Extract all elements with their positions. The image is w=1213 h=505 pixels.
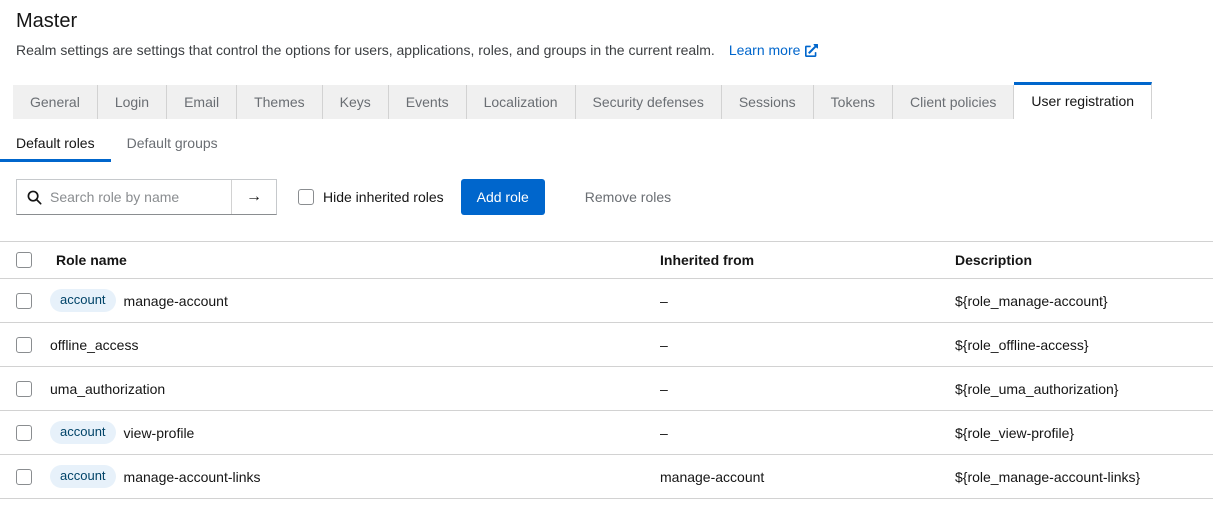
- external-link-icon: [805, 44, 818, 57]
- roles-toolbar: → Hide inherited roles Add role Remove r…: [0, 179, 1213, 215]
- add-role-button[interactable]: Add role: [461, 179, 545, 215]
- inherited-from-value: –: [644, 293, 939, 309]
- inherited-from-value: –: [644, 381, 939, 397]
- table-header-row: Role name Inherited from Description: [0, 242, 1213, 279]
- page-subtitle: Realm settings are settings that control…: [16, 40, 715, 60]
- tab-sessions[interactable]: Sessions: [722, 85, 814, 119]
- role-name: manage-account: [124, 293, 228, 309]
- tab-security-defenses[interactable]: Security defenses: [576, 85, 722, 119]
- description-value: ${role_view-profile}: [939, 425, 1213, 441]
- hide-inherited-label: Hide inherited roles: [323, 189, 444, 205]
- tab-events[interactable]: Events: [389, 85, 467, 119]
- tab-keys[interactable]: Keys: [323, 85, 389, 119]
- realm-settings-tabs: General Login Email Themes Keys Events L…: [0, 82, 1213, 119]
- row-checkbox[interactable]: [16, 293, 32, 309]
- tab-user-registration[interactable]: User registration: [1014, 82, 1152, 119]
- row-checkbox[interactable]: [16, 381, 32, 397]
- row-checkbox[interactable]: [16, 469, 32, 485]
- tab-email[interactable]: Email: [167, 85, 237, 119]
- client-chip: account: [50, 289, 116, 312]
- row-checkbox[interactable]: [16, 425, 32, 441]
- tab-tokens[interactable]: Tokens: [814, 85, 893, 119]
- description-value: ${role_manage-account}: [939, 293, 1213, 309]
- subtab-default-groups[interactable]: Default groups: [111, 126, 234, 162]
- role-name: offline_access: [50, 337, 138, 353]
- table-row: account manage-account – ${role_manage-a…: [0, 279, 1213, 323]
- subtab-default-roles[interactable]: Default roles: [0, 126, 111, 162]
- client-chip: account: [50, 465, 116, 488]
- inherited-from-value: –: [644, 425, 939, 441]
- hide-inherited-roles-control: Hide inherited roles: [298, 189, 444, 205]
- header-inherited-from: Inherited from: [644, 252, 939, 268]
- role-name: uma_authorization: [50, 381, 165, 397]
- client-chip: account: [50, 421, 116, 444]
- tab-general[interactable]: General: [13, 85, 98, 119]
- page-header: Master Realm settings are settings that …: [0, 0, 1213, 60]
- search-group: →: [16, 179, 277, 215]
- search-icon: [27, 190, 42, 205]
- header-role-name: Role name: [36, 252, 644, 268]
- learn-more-link[interactable]: Learn more: [729, 40, 819, 60]
- inherited-from-value: manage-account: [644, 469, 939, 485]
- table-row: account view-profile – ${role_view-profi…: [0, 411, 1213, 455]
- description-value: ${role_manage-account-links}: [939, 469, 1213, 485]
- description-value: ${role_offline-access}: [939, 337, 1213, 353]
- hide-inherited-checkbox[interactable]: [298, 189, 314, 205]
- row-checkbox[interactable]: [16, 337, 32, 353]
- description-value: ${role_uma_authorization}: [939, 381, 1213, 397]
- inherited-from-value: –: [644, 337, 939, 353]
- table-row: account manage-account-links manage-acco…: [0, 455, 1213, 499]
- select-all-checkbox[interactable]: [16, 252, 32, 268]
- tab-client-policies[interactable]: Client policies: [893, 85, 1014, 119]
- search-box: [17, 180, 231, 214]
- tab-login[interactable]: Login: [98, 85, 167, 119]
- default-roles-table: Role name Inherited from Description acc…: [0, 241, 1213, 499]
- table-row: uma_authorization – ${role_uma_authoriza…: [0, 367, 1213, 411]
- role-name: view-profile: [124, 425, 195, 441]
- page-title: Master: [16, 8, 1197, 34]
- search-input[interactable]: [50, 189, 221, 205]
- table-row: offline_access – ${role_offline-access}: [0, 323, 1213, 367]
- tab-localization[interactable]: Localization: [467, 85, 576, 119]
- search-submit-button[interactable]: →: [231, 180, 276, 214]
- tab-themes[interactable]: Themes: [237, 85, 323, 119]
- role-name: manage-account-links: [124, 469, 261, 485]
- learn-more-label: Learn more: [729, 40, 801, 60]
- header-description: Description: [939, 252, 1213, 268]
- header-checkbox-cell: [0, 252, 36, 268]
- user-registration-subtabs: Default roles Default groups: [0, 126, 1213, 162]
- remove-roles-button[interactable]: Remove roles: [569, 179, 687, 215]
